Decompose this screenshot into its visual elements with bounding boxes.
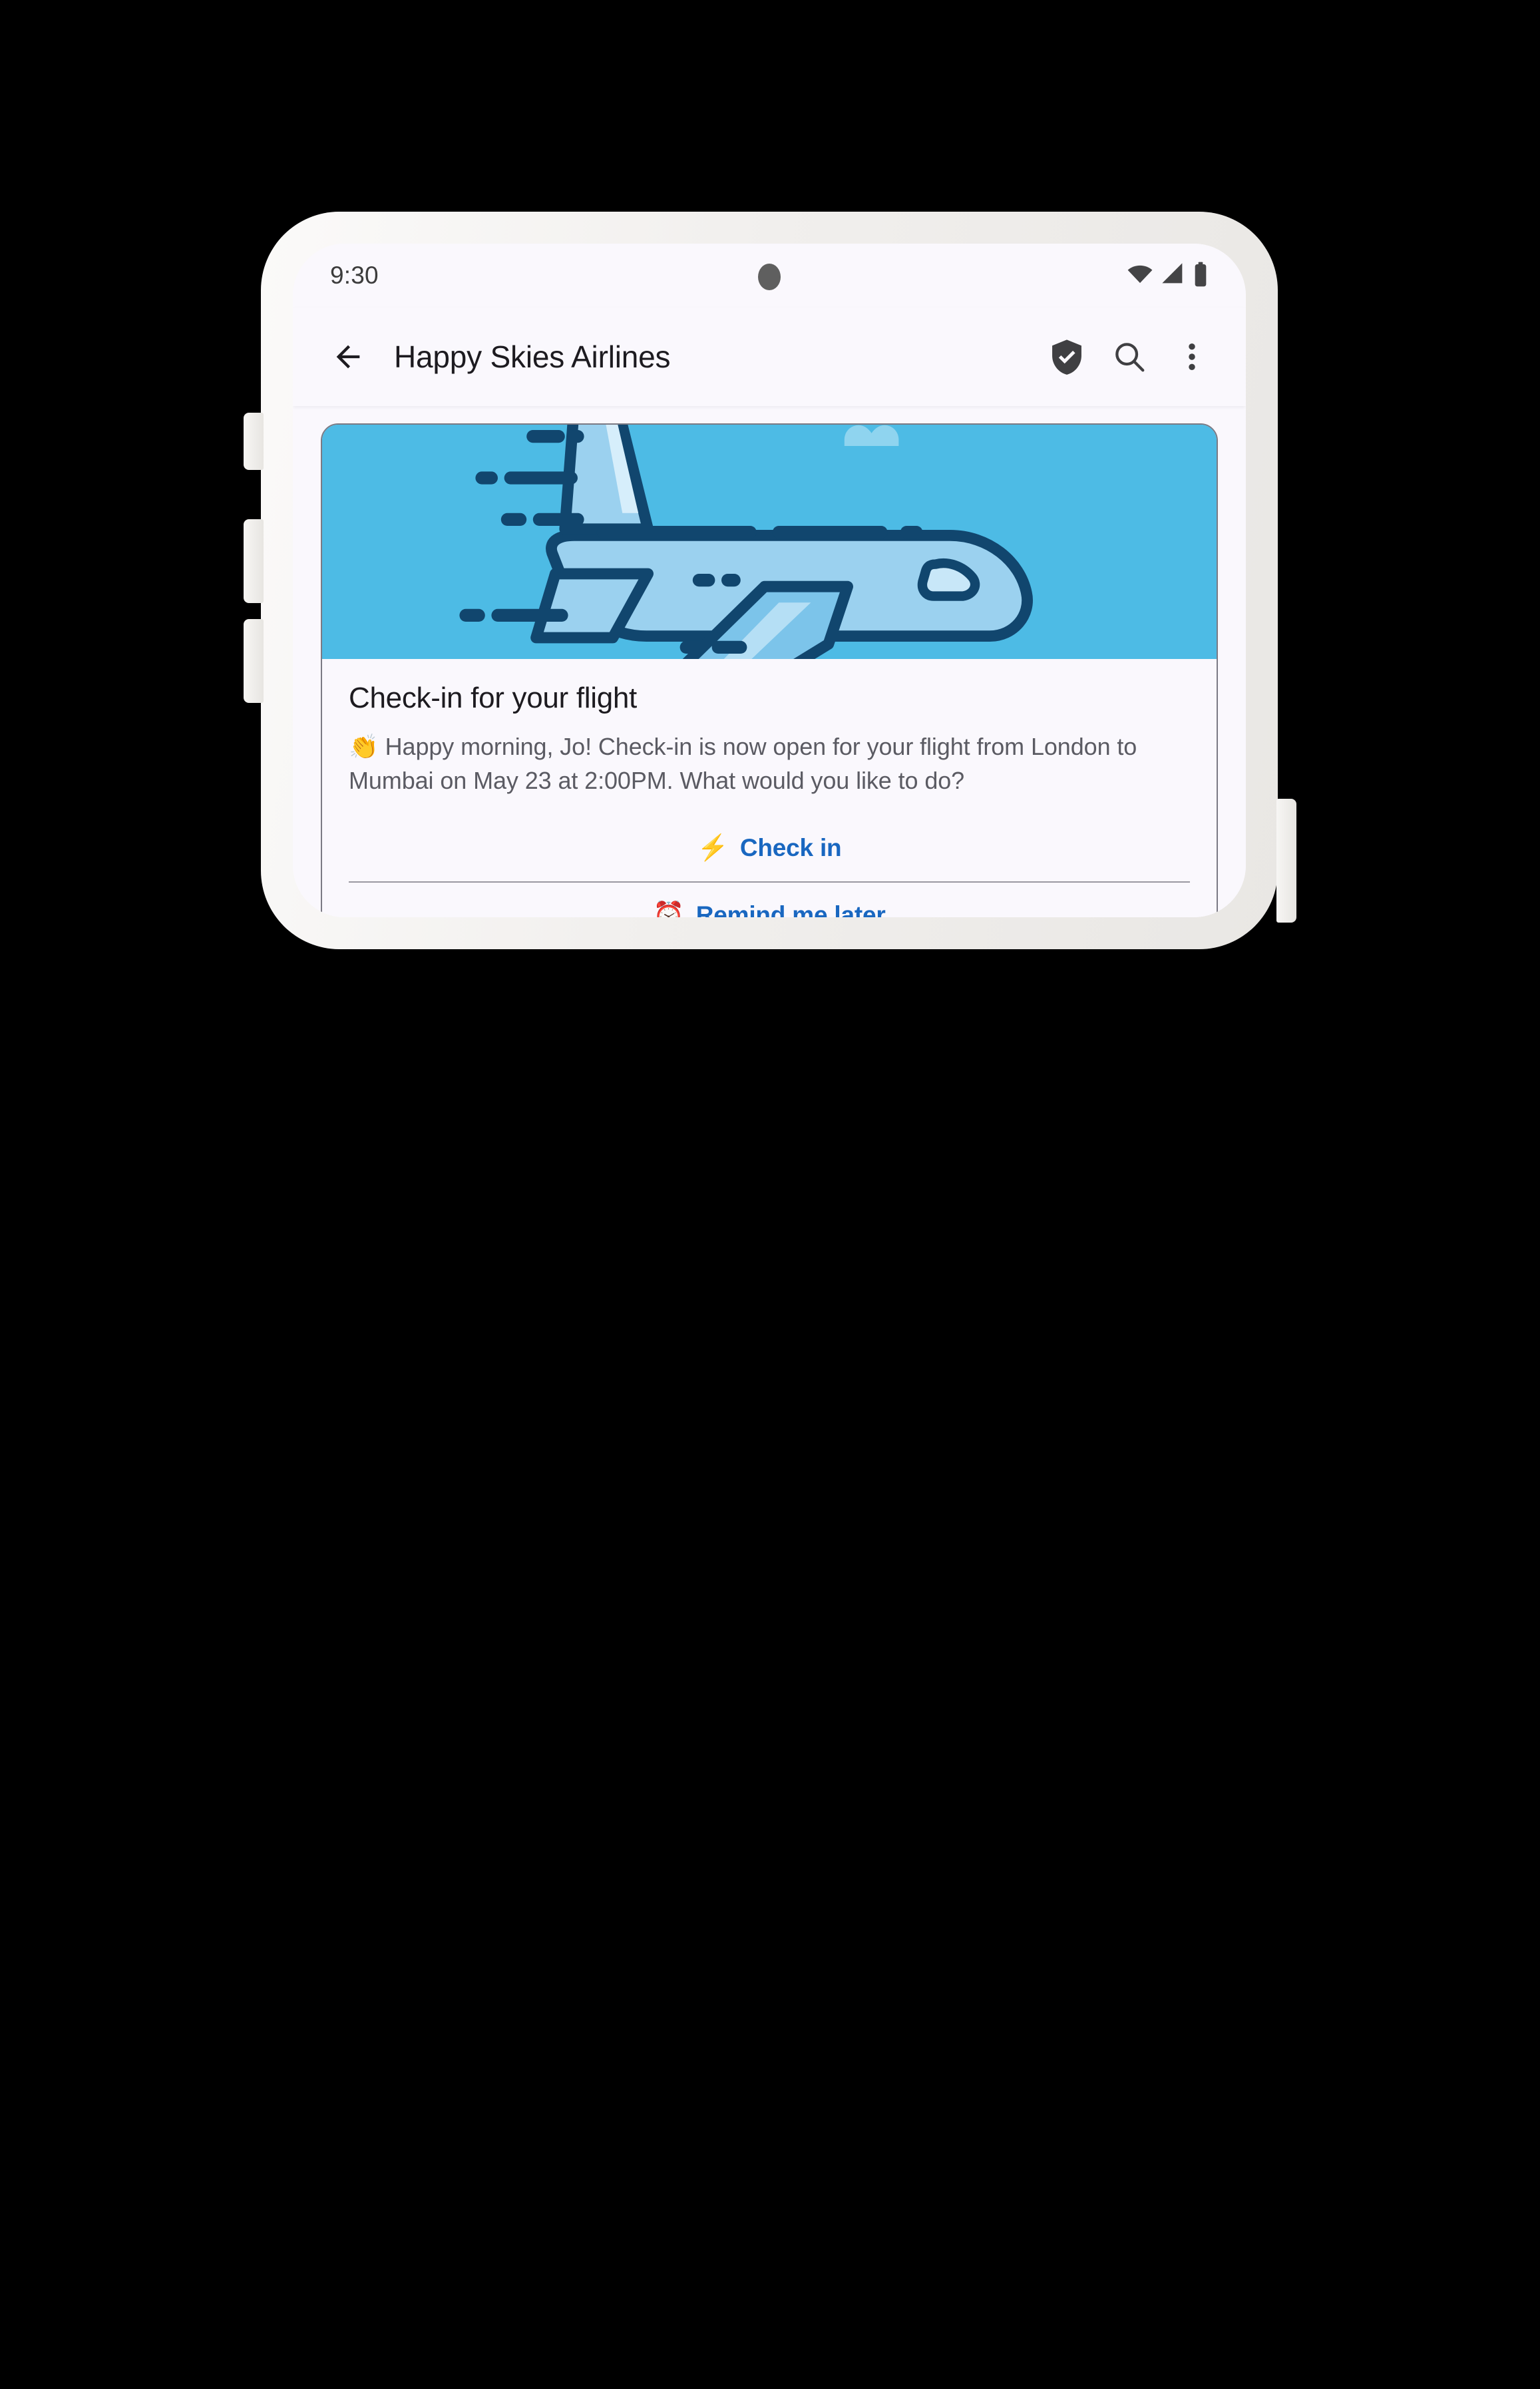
app-bar: Happy Skies Airlines <box>293 308 1246 406</box>
card-hero-image <box>322 425 1217 659</box>
search-icon[interactable] <box>1107 335 1151 379</box>
phone-side-button-mute[interactable] <box>244 413 264 470</box>
card-action-label: Check in <box>739 834 842 862</box>
phone-side-button-volume-down[interactable] <box>244 619 264 703</box>
status-icons <box>1126 260 1209 292</box>
alarm-clock-icon: ⏰ <box>653 901 685 917</box>
verified-shield-icon[interactable] <box>1045 335 1089 379</box>
phone-screen: 9:30 Happy Skies Airlines Check-in for y… <box>293 244 1246 917</box>
card-action-remind-me-later[interactable]: ⏰ Remind me later <box>349 881 1190 917</box>
front-camera-punch-hole <box>758 264 781 290</box>
cellular-signal-icon <box>1160 261 1187 291</box>
phone-side-button-power[interactable] <box>1276 799 1296 923</box>
card-title: Check-in for your flight <box>349 682 637 714</box>
card-action-list: ⚡ Check in ⏰ Remind me later ✈️ View my … <box>349 815 1190 917</box>
card-description: 👏 Happy morning, Jo! Check-in is now ope… <box>349 733 1137 795</box>
card-body: Check-in for your flight 👏 Happy morning… <box>322 659 1217 917</box>
overflow-menu-icon[interactable] <box>1170 335 1214 379</box>
wifi-icon <box>1126 260 1154 292</box>
status-bar: 9:30 <box>293 244 1246 308</box>
battery-icon <box>1193 261 1209 291</box>
card-action-label: Remind me later <box>695 901 886 917</box>
back-button[interactable] <box>323 332 373 381</box>
phone-side-button-volume-up[interactable] <box>244 519 264 603</box>
card-action-check-in[interactable]: ⚡ Check in <box>349 815 1190 881</box>
rich-card[interactable]: Check-in for your flight 👏 Happy morning… <box>321 423 1218 917</box>
page-title: Happy Skies Airlines <box>394 339 671 374</box>
app-bar-actions <box>1045 335 1214 379</box>
screenshot-canvas: 9:30 Happy Skies Airlines Check-in for y… <box>0 0 1540 2389</box>
conversation-thread: Check-in for your flight 👏 Happy morning… <box>293 406 1246 917</box>
status-time: 9:30 <box>330 262 379 289</box>
lightning-icon: ⚡ <box>697 834 729 863</box>
